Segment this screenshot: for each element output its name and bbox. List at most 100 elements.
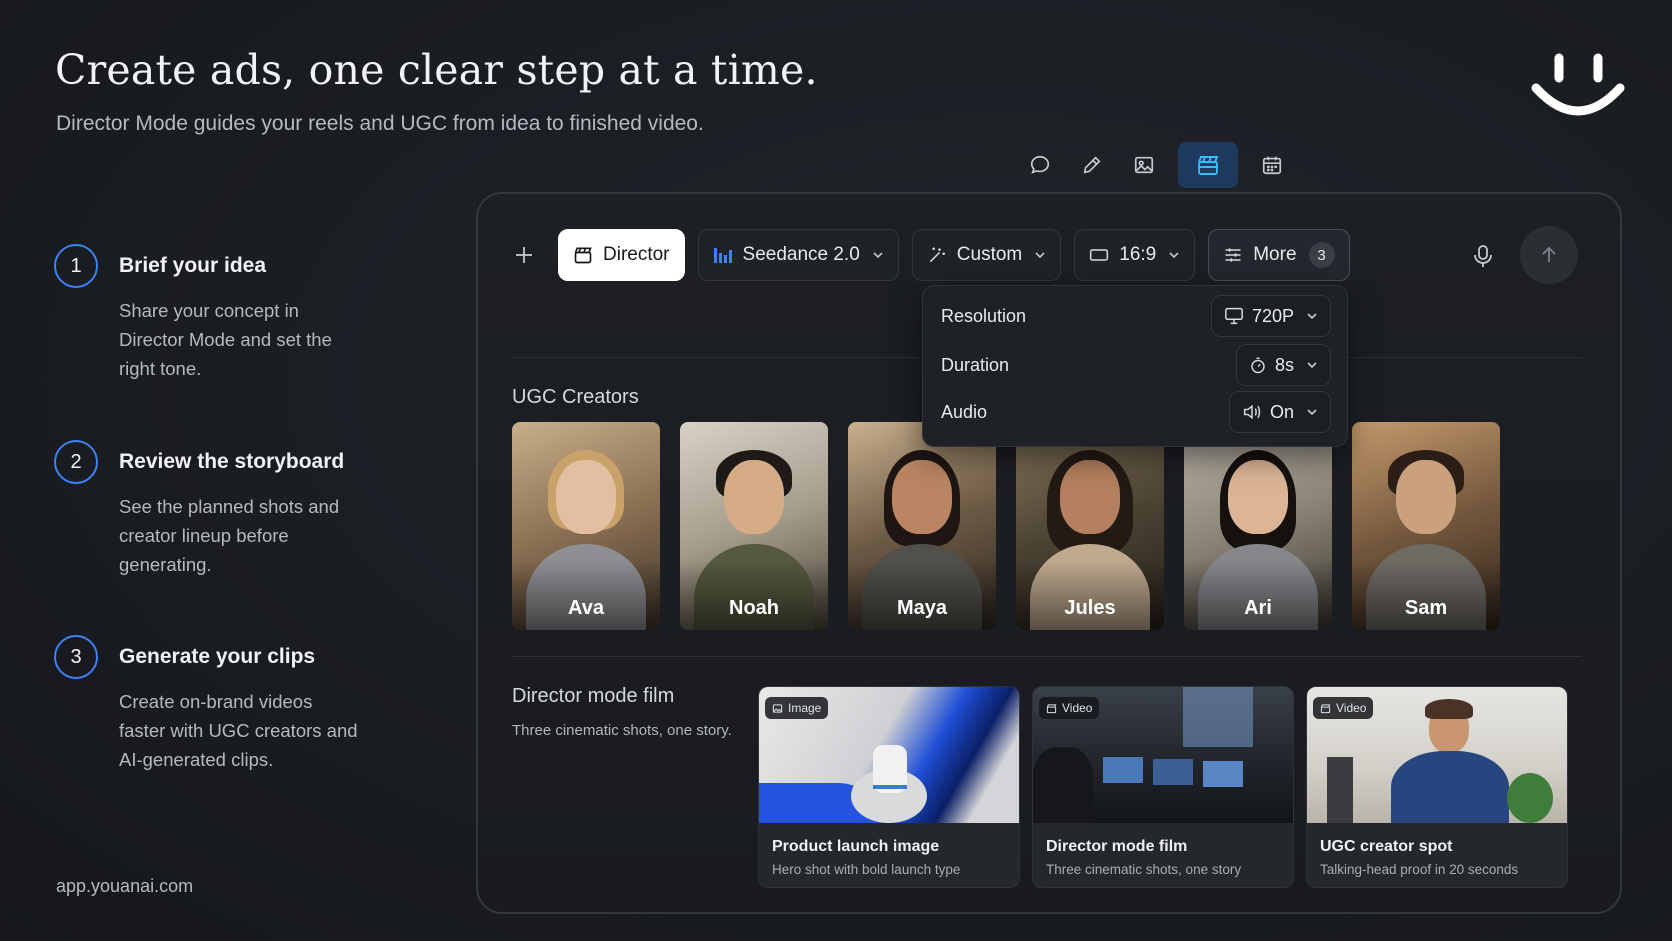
model-label: Seedance 2.0: [742, 244, 860, 265]
media-type-tag: Image: [765, 697, 829, 719]
audio-select[interactable]: On: [1228, 391, 1331, 433]
resolution-row: Resolution 720P: [941, 295, 1331, 337]
tag-label: Image: [788, 701, 822, 715]
chat-icon: [1030, 155, 1050, 174]
microphone-button[interactable]: [1468, 241, 1498, 271]
creator-card[interactable]: Sam: [1352, 422, 1500, 630]
creator-name: Ava: [568, 597, 604, 619]
image-icon: [772, 703, 783, 713]
media-type-tag: Video: [1313, 697, 1374, 719]
step-title: Brief your idea: [119, 254, 267, 277]
card-subtitle: Hero shot with bold launch type: [772, 862, 961, 877]
smiley-logo-icon: [1531, 53, 1625, 116]
plus-icon: [516, 247, 532, 263]
media-type-tag: Video: [1039, 697, 1100, 719]
film-section-title: Director mode film: [512, 685, 675, 707]
director-panel: Director Seedance 2.0 Custom 16:9 More 3…: [476, 192, 1622, 914]
calendar-mode-button[interactable]: [1246, 142, 1298, 188]
director-label: Director: [603, 244, 670, 265]
card-subtitle: Three cinematic shots, one story: [1046, 862, 1242, 877]
chevron-down-icon: [1307, 362, 1317, 369]
film-cards: Image Product launch image Hero shot wit…: [758, 686, 1580, 888]
clapperboard-icon: [574, 247, 592, 264]
style-select[interactable]: Custom: [911, 229, 1062, 281]
arrow-up-icon: [1542, 246, 1556, 262]
clapperboard-icon: [1198, 156, 1219, 175]
aspect-ratio-icon: [1090, 249, 1109, 261]
director-mode-button[interactable]: [1178, 142, 1238, 188]
resolution-label: Resolution: [941, 305, 1027, 326]
director-mode-chip[interactable]: Director: [558, 229, 685, 281]
more-settings-button[interactable]: More 3: [1208, 229, 1350, 281]
send-button[interactable]: [1520, 226, 1578, 284]
page-subline: Director Mode guides your reels and UGC …: [56, 112, 704, 135]
image-mode-button[interactable]: [1118, 142, 1170, 188]
speaker-icon: [1243, 404, 1261, 420]
step-description: See the planned shots and creator lineup…: [119, 496, 340, 575]
page-headline: Create ads, one clear step at a time.: [55, 46, 818, 94]
model-select[interactable]: Seedance 2.0: [697, 229, 899, 281]
aspect-ratio-select[interactable]: 16:9: [1074, 229, 1196, 281]
step-number: 2: [54, 440, 98, 484]
resolution-select[interactable]: 720P: [1210, 295, 1331, 337]
media-card[interactable]: Video Director mode film Three cinematic…: [1032, 686, 1294, 888]
prompt-toolbar: Director Seedance 2.0 Custom 16:9 More 3: [506, 229, 1363, 281]
creator-name: Maya: [896, 597, 948, 619]
creator-card[interactable]: Jules: [1016, 422, 1164, 630]
add-button[interactable]: [506, 237, 542, 273]
more-count-badge: 3: [1308, 242, 1335, 268]
magic-wand-icon: [929, 247, 945, 263]
card-title: UGC creator spot: [1320, 838, 1453, 855]
creator-name: Ari: [1244, 597, 1272, 619]
divider: [512, 656, 1582, 657]
more-label: More: [1253, 244, 1297, 265]
chevron-down-icon: [1307, 313, 1317, 320]
media-card[interactable]: Video UGC creator spot Talking-head proo…: [1306, 686, 1568, 888]
mode-toolbar: [1014, 142, 1298, 188]
edit-mode-button[interactable]: [1066, 142, 1118, 188]
sliders-icon: [1225, 248, 1241, 262]
microphone-icon: [1474, 245, 1492, 267]
duration-row: Duration 8s: [941, 344, 1331, 386]
edit-icon: [1083, 156, 1101, 174]
film-section-subtitle: Three cinematic shots, one story.: [512, 722, 732, 739]
duration-label: Duration: [941, 354, 1010, 375]
step-number: 3: [54, 635, 98, 679]
tag-label: Video: [1336, 701, 1367, 715]
creator-card[interactable]: Maya: [848, 422, 996, 630]
audio-value: On: [1269, 401, 1294, 422]
card-subtitle: Talking-head proof in 20 seconds: [1320, 862, 1519, 877]
chevron-down-icon: [1307, 409, 1317, 416]
chevron-down-icon: [1035, 252, 1045, 259]
creator-name: Noah: [729, 597, 779, 619]
ratio-label: 16:9: [1119, 244, 1157, 265]
creator-card[interactable]: Noah: [680, 422, 828, 630]
duration-select[interactable]: 8s: [1235, 344, 1331, 386]
bar-chart-icon: [713, 248, 732, 263]
chevron-down-icon: [873, 252, 883, 259]
media-card[interactable]: Image Product launch image Hero shot wit…: [758, 686, 1020, 888]
creator-name: Sam: [1404, 597, 1448, 619]
image-icon: [1134, 156, 1154, 174]
creator-card[interactable]: Ari: [1184, 422, 1332, 630]
tag-label: Video: [1062, 701, 1093, 715]
step-description: Create on-brand videos faster with UGC c…: [119, 691, 358, 770]
step-description: Share your concept in Director Mode and …: [119, 300, 332, 379]
card-title: Product launch image: [772, 838, 940, 855]
footer-url[interactable]: app.youanai.com: [56, 876, 193, 897]
chevron-down-icon: [1169, 252, 1179, 259]
monitor-icon: [1225, 307, 1243, 325]
creator-name: Jules: [1064, 597, 1116, 619]
timer-icon: [1251, 357, 1265, 374]
ugc-section-title: UGC Creators: [512, 386, 639, 408]
creator-card[interactable]: Ava: [512, 422, 660, 630]
step-number: 1: [54, 244, 98, 288]
card-title: Director mode film: [1046, 838, 1188, 855]
resolution-value: 720P: [1251, 305, 1294, 326]
duration-value: 8s: [1274, 354, 1294, 375]
clapperboard-icon: [1320, 703, 1331, 713]
step-title: Review the storyboard: [119, 450, 345, 473]
chat-mode-button[interactable]: [1014, 142, 1066, 188]
step-title: Generate your clips: [119, 645, 316, 668]
audio-row: Audio On: [941, 391, 1331, 433]
